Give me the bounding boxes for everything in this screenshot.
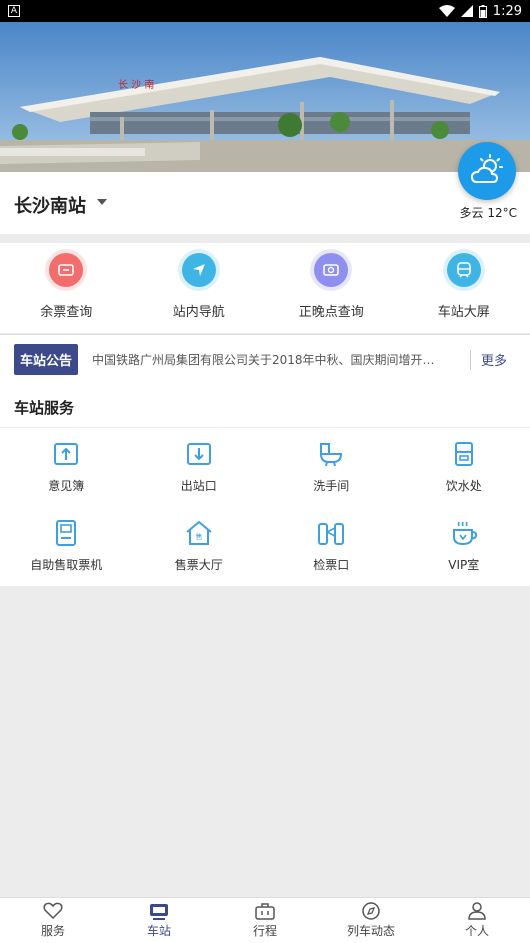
tab-label: 服务	[40, 924, 65, 938]
ticket-gate-icon	[318, 523, 345, 545]
signal-icon	[460, 5, 473, 17]
coffee-cup-icon	[452, 521, 477, 546]
bottom-tab-bar: 服务 车站 行程 列车动态 个人	[0, 897, 530, 943]
notice-tag: 车站公告	[14, 344, 79, 375]
station-photo: 长 沙 南	[0, 22, 530, 172]
quick-action-label: 正晚点查询	[298, 305, 364, 320]
battery-icon	[478, 4, 487, 18]
weather-badge[interactable]	[458, 142, 516, 200]
toilet-icon	[320, 443, 343, 467]
train-icon	[446, 253, 481, 287]
service-label: VIP室	[448, 558, 480, 572]
heart-icon	[43, 902, 63, 920]
station-header: 长沙南站 多云 12°C	[0, 142, 530, 234]
delay-query-icon	[314, 253, 349, 287]
quick-action-label: 车站大屏	[437, 305, 490, 320]
water-dispenser-icon	[454, 442, 473, 466]
tab-label: 个人	[464, 924, 489, 938]
service-label: 自助售取票机	[30, 558, 103, 572]
station-sign-text: 长 沙 南	[118, 78, 154, 91]
person-icon	[468, 902, 486, 920]
luggage-icon	[255, 903, 275, 920]
station-name[interactable]: 长沙南站	[14, 192, 86, 218]
service-feedback[interactable]: 意见簿	[0, 428, 133, 507]
services-grid: 意见簿 出站口 洗手间 饮水处 自助售取票机 售 售票大厅 检票口 VIP室	[0, 428, 530, 586]
service-water[interactable]: 饮水处	[398, 428, 530, 507]
upload-box-icon	[54, 443, 79, 465]
tab-label: 列车动态	[346, 924, 395, 938]
notification-icon: A	[8, 5, 20, 17]
download-box-icon	[186, 443, 211, 465]
ticket-hall-icon: 售	[186, 520, 212, 545]
tab-service[interactable]: 服务	[0, 898, 106, 943]
weather-text: 多云 12°C	[459, 206, 517, 220]
service-label: 洗手间	[313, 479, 350, 493]
notice-headline[interactable]: 中国铁路广州局集团有限公司关于2018年中秋、国庆期间增开…	[92, 351, 462, 368]
services-title: 车站服务	[14, 399, 75, 417]
quick-actions: 余票查询 站内导航 正晚点查询 车站大屏	[0, 243, 530, 333]
services-header: 车站服务	[0, 384, 530, 428]
service-ticket-hall[interactable]: 售 售票大厅	[133, 507, 266, 586]
compass-icon	[362, 902, 380, 920]
chevron-down-icon[interactable]	[97, 199, 107, 205]
tab-trip[interactable]: 行程	[212, 898, 318, 943]
quick-action-navigation[interactable]: 站内导航	[133, 243, 266, 333]
quick-action-station-screen[interactable]: 车站大屏	[398, 243, 530, 333]
tab-station[interactable]: 车站	[106, 898, 212, 943]
station-notice: 车站公告 中国铁路广州局集团有限公司关于2018年中秋、国庆期间增开… 更多	[0, 334, 530, 384]
tab-profile[interactable]: 个人	[424, 898, 530, 943]
service-gate[interactable]: 检票口	[265, 507, 398, 586]
tab-label: 行程	[252, 924, 277, 938]
navigation-arrow-icon	[181, 253, 216, 287]
ticket-machine-icon	[56, 520, 77, 546]
quick-action-delay-query[interactable]: 正晚点查询	[265, 243, 398, 333]
partly-cloudy-icon	[470, 154, 503, 183]
service-label: 检票口	[313, 558, 350, 572]
service-label: 意见簿	[48, 479, 85, 493]
service-label: 饮水处	[445, 479, 482, 493]
divider	[470, 349, 472, 370]
station-screen-icon	[150, 904, 168, 920]
quick-action-label: 余票查询	[40, 305, 93, 320]
notice-more-link[interactable]: 更多	[481, 350, 507, 369]
service-label: 出站口	[180, 479, 217, 493]
svg-text:售: 售	[195, 532, 202, 541]
wifi-icon	[438, 5, 455, 17]
service-restroom[interactable]: 洗手间	[265, 428, 398, 507]
service-ticket-machine[interactable]: 自助售取票机	[0, 507, 133, 586]
tab-label: 车站	[146, 924, 171, 938]
status-bar: A 1:29	[0, 0, 530, 22]
status-time: 1:29	[492, 3, 522, 19]
quick-action-ticket-query[interactable]: 余票查询	[0, 243, 133, 333]
quick-action-label: 站内导航	[172, 305, 225, 320]
service-vip-room[interactable]: VIP室	[398, 507, 530, 586]
tab-train-status[interactable]: 列车动态	[318, 898, 424, 943]
service-exit[interactable]: 出站口	[133, 428, 266, 507]
ticket-icon	[49, 253, 84, 287]
service-label: 售票大厅	[174, 558, 223, 572]
